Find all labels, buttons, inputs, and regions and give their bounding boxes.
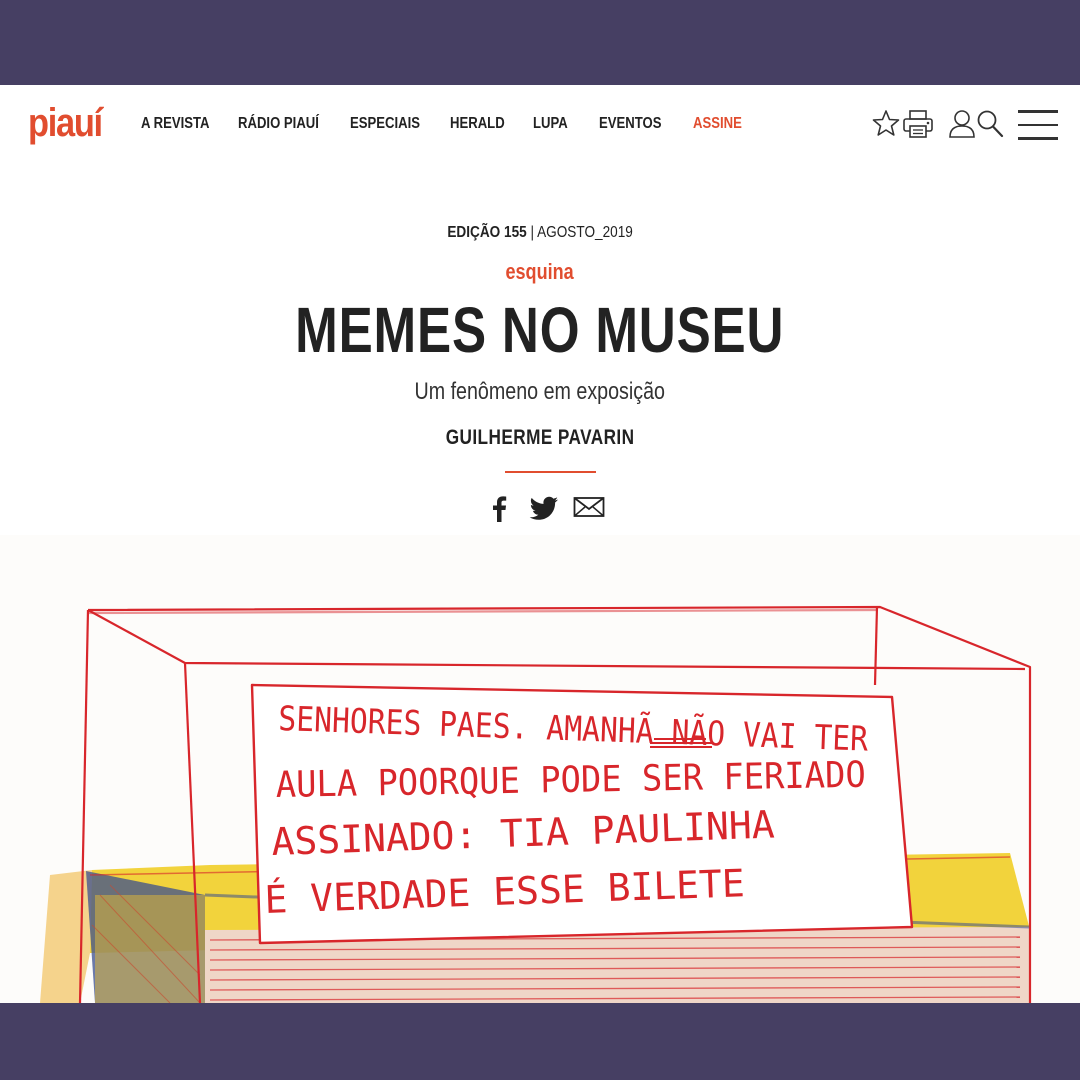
title-divider xyxy=(505,471,596,473)
nav-radio-piaui[interactable]: RÁDIO PIAUÍ xyxy=(238,115,330,133)
site-logo[interactable]: piauí xyxy=(28,101,103,146)
main-nav: A REVISTA RÁDIO PIAUÍ ESPECIAIS HERALD L… xyxy=(141,115,753,133)
article-subtitle: Um fenômeno em exposição xyxy=(0,378,1080,406)
nav-lupa[interactable]: LUPA xyxy=(533,115,587,133)
nav-assine[interactable]: ASSINE xyxy=(693,115,742,133)
menu-icon[interactable] xyxy=(1018,110,1058,140)
article-subtitle-text: Um fenômeno em exposição xyxy=(414,378,666,405)
meme-museum-illustration: SENHORES PAES. AMANHÃ NÃO VAI TER AULA P… xyxy=(0,535,1080,1003)
nav-especiais[interactable]: ESPECIAIS xyxy=(350,115,432,133)
nav-herald[interactable]: HERALD xyxy=(450,115,518,133)
edition-date: | AGOSTO_2019 xyxy=(530,224,633,241)
email-icon[interactable] xyxy=(573,495,605,519)
star-icon[interactable] xyxy=(872,109,900,137)
bottom-border xyxy=(0,1003,1080,1080)
print-icon[interactable] xyxy=(902,109,934,139)
twitter-icon[interactable] xyxy=(529,495,559,521)
edition-number[interactable]: EDIÇÃO 155 xyxy=(447,224,526,241)
article-author-text: GUILHERME PAVARIN xyxy=(445,426,635,449)
nav-a-revista[interactable]: A REVISTA xyxy=(141,115,221,133)
article-title-text: MEMES NO MUSEU xyxy=(295,294,785,366)
article-author[interactable]: GUILHERME PAVARIN xyxy=(0,426,1080,450)
user-icon[interactable] xyxy=(948,109,976,139)
article-page: piauí A REVISTA RÁDIO PIAUÍ ESPECIAIS HE… xyxy=(0,85,1080,1003)
edition-line: EDIÇÃO 155 | AGOSTO_2019 xyxy=(0,224,1080,242)
section-label-text: esquina xyxy=(505,259,575,284)
site-header: piauí A REVISTA RÁDIO PIAUÍ ESPECIAIS HE… xyxy=(0,85,1080,171)
top-border xyxy=(0,0,1080,85)
nav-eventos[interactable]: EVENTOS xyxy=(599,115,676,133)
section-label[interactable]: esquina xyxy=(0,259,1080,285)
article-title: MEMES NO MUSEU xyxy=(0,293,1080,367)
search-icon[interactable] xyxy=(976,109,1004,139)
facebook-icon[interactable] xyxy=(488,495,510,523)
